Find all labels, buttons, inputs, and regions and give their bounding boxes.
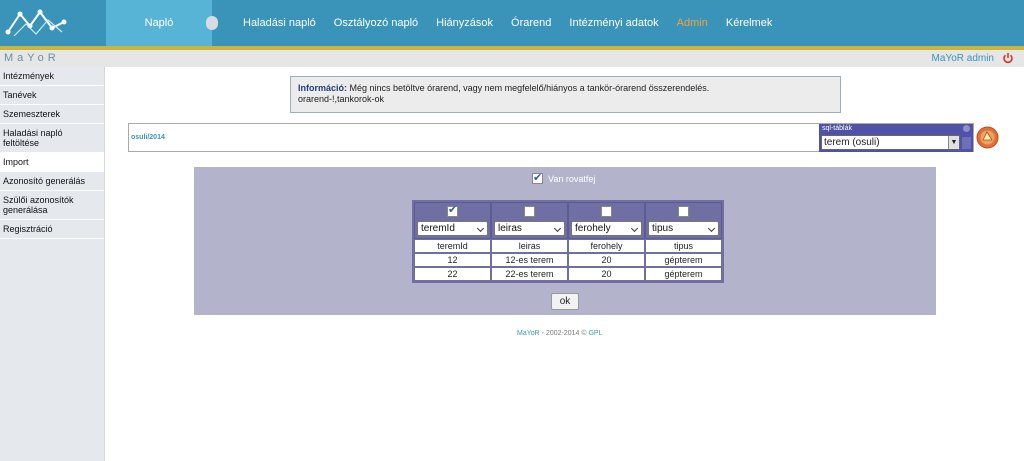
nav-item-label: Napló	[144, 17, 174, 29]
table-cell: ferohely	[568, 239, 645, 253]
mayor-logo-icon[interactable]	[0, 0, 106, 46]
sidebar-item-intezmenyek[interactable]: Intézmények	[0, 67, 104, 86]
nav-item-orarend[interactable]: Órarend	[502, 0, 560, 46]
sidebar-item-regisztracio[interactable]: Regisztráció	[0, 220, 104, 239]
close-icon[interactable]	[963, 125, 970, 132]
nav-item-osztalyozo-naplo[interactable]: Osztályozó napló	[325, 0, 427, 46]
table-cell: leiras	[491, 239, 568, 253]
ok-button[interactable]: ok	[551, 293, 579, 310]
database-path-bar: osuli/2014 sql-táblák terem (osuli) ▼	[128, 123, 974, 152]
table-cell: gépterem	[645, 253, 722, 267]
column-field-select[interactable]: tipus	[648, 221, 719, 236]
column-include-checkbox[interactable]	[601, 206, 612, 217]
table-cell: 12-es terem	[491, 253, 568, 267]
header-row-toggle[interactable]: Van rovatfej	[532, 171, 596, 184]
column-include-checkbox[interactable]	[447, 204, 458, 217]
table-cell: 12	[414, 253, 491, 267]
header-row-checkbox[interactable]	[532, 171, 543, 184]
column-mapping-cell: teremId	[414, 202, 491, 239]
column-field-select[interactable]: ferohely	[571, 221, 642, 236]
menu-toggle-knob-icon[interactable]	[206, 16, 218, 30]
sql-tables-title: sql-táblák	[822, 125, 852, 132]
footer-license-link[interactable]: GPL	[588, 330, 602, 337]
nav-item-hianyzasok[interactable]: Hiányzások	[427, 0, 502, 46]
table-cell: 22-es terem	[491, 267, 568, 281]
sql-go-button[interactable]	[962, 137, 971, 149]
top-navigation-bar: Napló Haladási napló Osztályozó napló Hi…	[0, 0, 1024, 46]
column-mapping-cell: ferohely	[568, 202, 645, 239]
database-path-link[interactable]: osuli/2014	[131, 134, 165, 141]
header-row-label: Van rovatfej	[548, 173, 596, 184]
sidebar-item-szuloi-azonositok-generalasa[interactable]: Szülői azonosítók generálása	[0, 191, 104, 220]
table-cell: teremId	[414, 239, 491, 253]
sidebar-item-szemeszterek[interactable]: Szemeszterek	[0, 105, 104, 124]
table-cell: 22	[414, 267, 491, 281]
column-mapping-cell: leiras	[491, 202, 568, 239]
import-panel: Van rovatfej teremId leiras ferohely tip…	[194, 167, 936, 315]
sidebar-item-import[interactable]: Import	[0, 153, 104, 172]
info-title: Információ:	[298, 83, 348, 93]
brand-name: MaYoR	[4, 52, 60, 64]
table-cell: gépterem	[645, 267, 722, 281]
user-link[interactable]: MaYoR admin	[932, 53, 994, 64]
column-field-select[interactable]: teremId	[417, 221, 488, 236]
footer: MaYoR - 2002-2014 © GPL	[517, 330, 602, 337]
table-row: 12 12-es terem 20 gépterem	[414, 253, 722, 267]
nav-item-intezmenyi-adatok[interactable]: Intézményi adatok	[560, 0, 667, 46]
column-mapping-row: teremId leiras ferohely tipus	[414, 202, 722, 239]
table-row: 22 22-es terem 20 gépterem	[414, 267, 722, 281]
main-menu: Napló Haladási napló Osztályozó napló Hi…	[106, 0, 781, 46]
chevron-down-icon[interactable]: ▼	[948, 136, 959, 149]
table-cell: tipus	[645, 239, 722, 253]
column-field-select[interactable]: leiras	[494, 221, 565, 236]
wizard-hat-icon[interactable]	[976, 126, 999, 149]
table-cell: 20	[568, 253, 645, 267]
footer-copyright: - 2002-2014 ©	[539, 330, 589, 337]
info-detail: orarend-!,tankorok-ok	[298, 94, 385, 104]
nav-item-haladasi-naplo[interactable]: Haladási napló	[234, 0, 325, 46]
sidebar-item-tanevek[interactable]: Tanévek	[0, 86, 104, 105]
sub-header: MaYoR MaYoR admin	[0, 50, 1024, 67]
column-mapping-cell: tipus	[645, 202, 722, 239]
sql-table-select[interactable]: terem (osuli) ▼	[821, 135, 960, 150]
column-include-checkbox[interactable]	[678, 206, 689, 217]
nav-item-naplo[interactable]: Napló	[106, 0, 218, 46]
nav-item-kerelmek[interactable]: Kérelmek	[717, 0, 781, 46]
info-message: Még nincs betöltve órarend, vagy nem meg…	[349, 83, 710, 93]
sql-table-selected: terem (osuli)	[824, 137, 880, 148]
import-preview-table: teremId leiras ferohely tipus teremId le…	[412, 200, 724, 283]
nav-item-admin[interactable]: Admin	[668, 0, 717, 46]
sidebar: Intézmények Tanévek Szemeszterek Haladás…	[0, 67, 105, 461]
footer-brand-link[interactable]: MaYoR	[517, 330, 540, 337]
table-cell: 20	[568, 267, 645, 281]
sidebar-item-haladasi-naplo-feltoltese[interactable]: Haladási napló feltöltése	[0, 124, 104, 153]
column-include-checkbox[interactable]	[524, 206, 535, 217]
table-row: teremId leiras ferohely tipus	[414, 239, 722, 253]
info-message-box: Információ: Még nincs betöltve órarend, …	[290, 76, 841, 113]
sidebar-item-azonosito-generalas[interactable]: Azonosító generálás	[0, 172, 104, 191]
power-icon[interactable]	[1002, 52, 1014, 64]
sql-tables-widget: sql-táblák terem (osuli) ▼	[819, 124, 973, 152]
